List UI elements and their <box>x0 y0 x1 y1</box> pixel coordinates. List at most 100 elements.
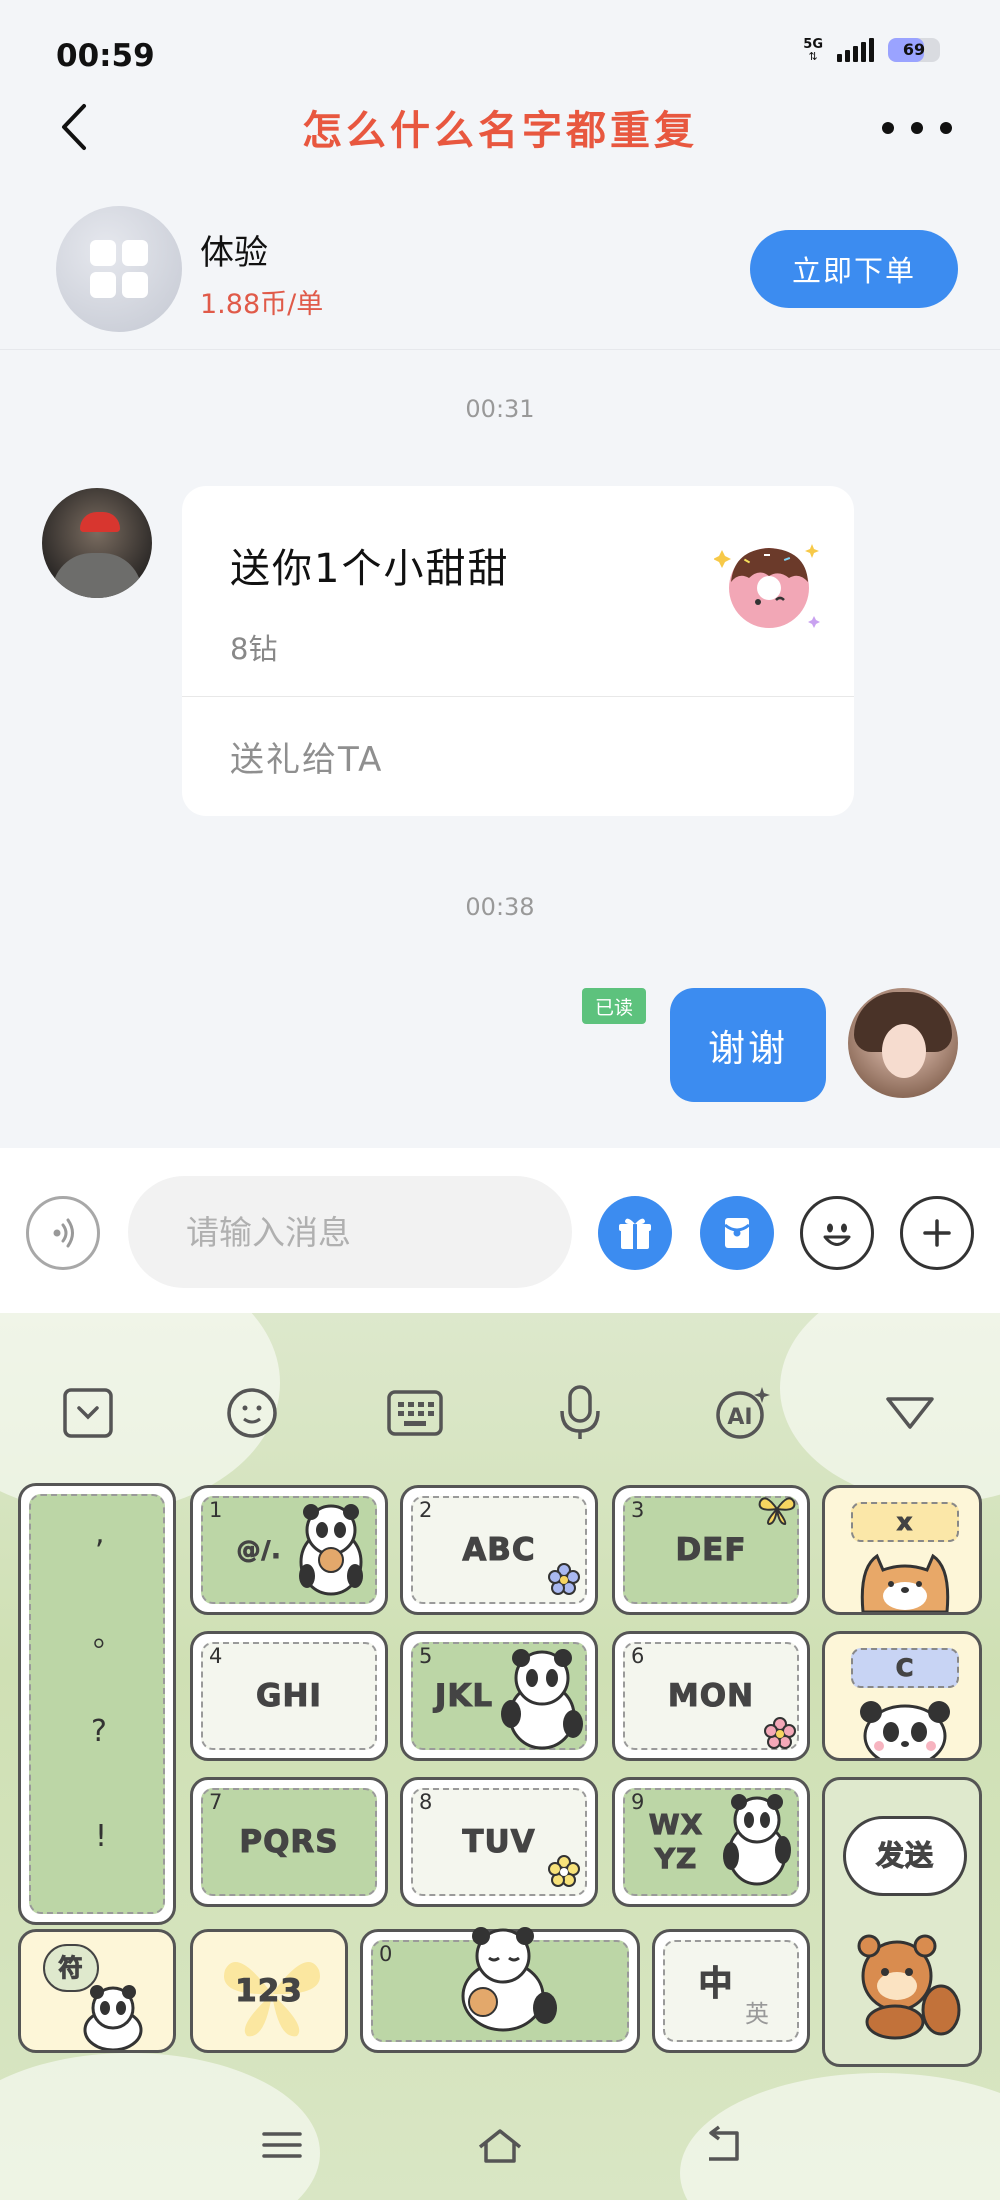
timestamp: 00:38 <box>465 893 535 921</box>
punctuation-key[interactable]: , 。 ? ! <box>18 1483 176 1925</box>
panda-sticker-icon <box>723 1794 791 1886</box>
panda-sticker-icon <box>501 1649 583 1750</box>
panda-face-icon <box>860 1701 950 1758</box>
key-8[interactable]: 8 TUV <box>400 1777 598 1907</box>
app-header: 怎么什么名字都重复 <box>0 90 1000 165</box>
key-label: DEF <box>675 1532 747 1568</box>
gift-button[interactable] <box>598 1196 672 1270</box>
data-arrows-icon: ⇅ <box>808 50 818 63</box>
punct-exclamation: ! <box>95 1819 108 1854</box>
language-switch-key[interactable]: 中 英 <box>652 1929 810 2053</box>
signal-icon <box>837 38 874 62</box>
network-indicator: 5G ⇅ <box>803 38 823 62</box>
key-label: 发送 <box>875 1839 934 1873</box>
key-6[interactable]: 6 MON <box>612 1631 810 1761</box>
key-label: C <box>895 1654 915 1683</box>
ai-assistant-button[interactable]: AI <box>712 1383 772 1443</box>
flower-icon <box>548 1855 580 1887</box>
service-name: 体验 <box>200 233 268 273</box>
key-5[interactable]: 5 JKL <box>400 1631 598 1761</box>
key-number: 6 <box>631 1644 645 1668</box>
key-3[interactable]: 3 DEF <box>612 1485 810 1615</box>
key-0-space[interactable]: 0 <box>360 1927 640 2053</box>
read-status-badge: 已读 <box>582 988 646 1024</box>
key-number: 7 <box>209 1790 223 1814</box>
microphone-icon <box>560 1385 600 1439</box>
message-input[interactable] <box>128 1176 572 1288</box>
reenter-label-box: C <box>851 1648 959 1688</box>
keyboard-menu-button[interactable] <box>880 1383 940 1443</box>
key-1[interactable]: 1 @/. <box>190 1485 388 1615</box>
shiba-dog-icon <box>860 1553 950 1612</box>
avatar-face <box>882 1024 926 1078</box>
status-time: 00:59 <box>56 38 155 74</box>
ai-icon: AI <box>716 1387 770 1439</box>
symbols-key[interactable]: 符 <box>18 1929 176 2053</box>
svg-text:AI: AI <box>727 1405 752 1430</box>
emoji-button[interactable] <box>800 1196 874 1270</box>
delete-key[interactable]: x <box>822 1485 982 1615</box>
reenter-key[interactable]: C <box>822 1631 982 1761</box>
punct-comma: , <box>95 1516 105 1551</box>
triangle-down-icon <box>886 1397 934 1429</box>
my-message-bubble[interactable]: 谢谢 <box>670 988 826 1102</box>
home-icon <box>478 2129 522 2163</box>
voice-input-button[interactable] <box>26 1196 100 1270</box>
panda-sticker-icon <box>83 1985 143 2050</box>
timestamp: 00:31 <box>465 395 535 423</box>
nav-menu-button[interactable] <box>252 2120 312 2170</box>
gift-message-card[interactable]: 送你1个小甜甜 8钻 送礼给TA <box>182 486 854 816</box>
battery-icon: 69 <box>888 38 940 62</box>
plus-icon <box>923 1219 951 1247</box>
my-avatar[interactable] <box>848 988 958 1098</box>
red-packet-button[interactable] <box>700 1196 774 1270</box>
more-options-button[interactable] <box>882 108 952 148</box>
key-4[interactable]: 4 GHI <box>190 1631 388 1761</box>
key-label: TUV <box>462 1824 536 1860</box>
key-number: 2 <box>419 1498 433 1522</box>
key-label: PQRS <box>239 1824 339 1860</box>
key-number: 0 <box>379 1942 393 1966</box>
more-actions-button[interactable] <box>900 1196 974 1270</box>
contact-avatar[interactable] <box>42 488 152 598</box>
service-order-card: 体验 1.88币/单 立即下单 <box>0 190 1000 350</box>
flower-icon <box>764 1717 796 1749</box>
send-gift-link[interactable]: 送礼给TA <box>230 732 383 781</box>
numbers-key[interactable]: 123 <box>190 1929 348 2053</box>
key-number: 4 <box>209 1644 223 1668</box>
system-nav-bar <box>0 2090 1000 2200</box>
apps-grid-icon <box>90 240 148 298</box>
keyboard-toolbar: AI <box>0 1373 1000 1453</box>
key-number: 1 <box>209 1498 223 1522</box>
key-label: @/. <box>236 1536 282 1565</box>
more-dot-icon <box>911 122 923 134</box>
key-label: MON <box>667 1678 755 1714</box>
battery-level: 69 <box>902 40 926 59</box>
donut-gift-icon <box>714 544 820 628</box>
voice-icon <box>53 1218 74 1248</box>
keyboard-layout-button[interactable] <box>385 1383 445 1443</box>
collapse-keyboard-button[interactable] <box>58 1383 118 1443</box>
key-7[interactable]: 7 PQRS <box>190 1777 388 1907</box>
smiley-icon <box>823 1223 851 1246</box>
chevron-down-square-icon <box>63 1388 113 1438</box>
emoji-keyboard-button[interactable] <box>222 1383 282 1443</box>
send-key[interactable]: 发送 <box>822 1777 982 2067</box>
send-speech-bubble: 发送 <box>843 1816 967 1896</box>
nav-home-button[interactable] <box>470 2120 530 2170</box>
order-now-button[interactable]: 立即下单 <box>750 230 958 308</box>
flower-icon <box>548 1563 580 1595</box>
more-dot-icon <box>940 122 952 134</box>
keyboard-icon <box>387 1390 443 1436</box>
key-2[interactable]: 2 ABC <box>400 1485 598 1615</box>
key-number: 5 <box>419 1644 433 1668</box>
smile-icon <box>227 1388 277 1438</box>
key-label: 123 <box>235 1973 303 2009</box>
sleeping-panda-icon <box>461 1927 557 2032</box>
key-number: 9 <box>631 1790 645 1814</box>
nav-back-button[interactable] <box>692 2120 752 2170</box>
key-9[interactable]: 9 WX YZ <box>612 1777 810 1907</box>
avatar-shirt <box>52 553 142 598</box>
key-number: 3 <box>631 1498 645 1522</box>
voice-typing-button[interactable] <box>550 1383 610 1443</box>
